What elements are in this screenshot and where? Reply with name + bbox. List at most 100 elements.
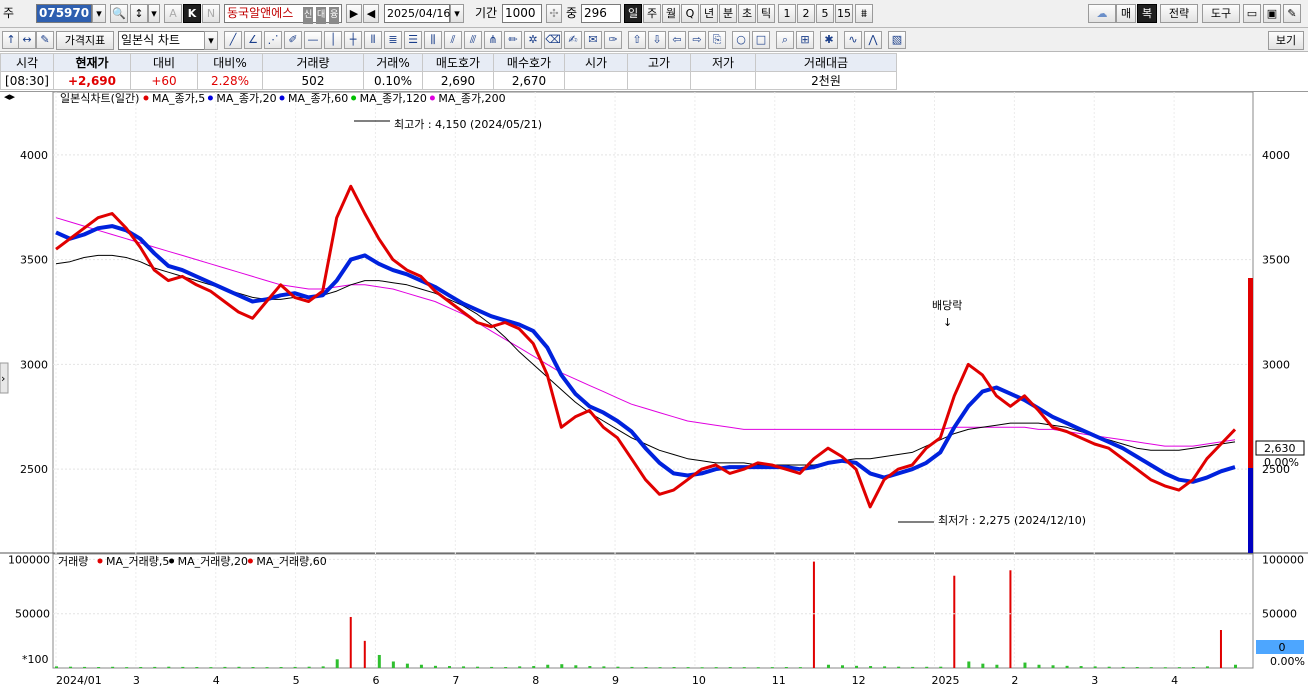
x-tick-label: 10 [692, 674, 706, 687]
magic-icon[interactable]: ✲ [524, 31, 542, 49]
wave-icon[interactable]: ∿ [844, 31, 862, 49]
select-icon[interactable]: ⊞ [796, 31, 814, 49]
strategy-button[interactable]: 전략 [1160, 4, 1198, 23]
value-bid: 2,670 [493, 71, 565, 90]
fan-icon[interactable]: ⋰ [264, 31, 282, 49]
parallel-icon[interactable]: ⫻ [464, 31, 482, 49]
pattern-icon[interactable]: ⋀ [864, 31, 882, 49]
folder-icon[interactable]: ▭ [1243, 4, 1261, 23]
interval-5-button[interactable]: 5 [816, 4, 834, 23]
period-month-button[interactable]: 월 [662, 4, 680, 23]
period-quarter-button[interactable]: Q [681, 4, 699, 23]
andrews-icon[interactable]: ⋔ [484, 31, 502, 49]
vertical-line-icon[interactable]: │ [324, 31, 342, 49]
chart-type-select[interactable]: 일본식 차트 [118, 31, 206, 50]
eraser-icon[interactable]: ⌫ [544, 31, 562, 49]
tools-button[interactable]: 도구 [1202, 4, 1240, 23]
price-chart[interactable]: 2500 25003000 30003500 35004000 4000 2024/01… [0, 92, 1308, 689]
sort-dropdown-button[interactable]: ▾ [148, 4, 160, 23]
interval-1-button[interactable]: 1 [778, 4, 796, 23]
code-dropdown-button[interactable]: ▾ [92, 4, 106, 23]
circle-icon[interactable]: ○ [732, 31, 750, 49]
horizontal-line-icon[interactable]: — [304, 31, 322, 49]
header-volume-pct: 거래% [363, 53, 423, 72]
period-second-button[interactable]: 초 [738, 4, 756, 23]
period-input[interactable]: 1000 [502, 4, 542, 23]
volume-bar [419, 664, 423, 668]
view-button[interactable]: 보기 [1268, 31, 1304, 50]
zoom-icon[interactable]: ⌕ [776, 31, 794, 49]
chart-type-dropdown-button[interactable]: ▾ [204, 31, 218, 50]
search-icon[interactable]: 🔍 [110, 4, 128, 23]
single-view-button[interactable]: 매 [1116, 4, 1136, 23]
k-button[interactable]: K [183, 4, 201, 23]
wrench-icon[interactable]: ✎ [1283, 4, 1301, 23]
period-week-button[interactable]: 주 [643, 4, 661, 23]
volume-bar [377, 654, 381, 668]
volume-bar [97, 667, 101, 669]
rectangle-icon[interactable]: □ [752, 31, 770, 49]
value-low [690, 71, 756, 90]
volume-y-tick-label: 50000 [15, 608, 50, 621]
value-open [564, 71, 628, 90]
next-stock-button[interactable]: ▶ [346, 4, 362, 23]
date-input[interactable]: 2025/04/16 [384, 4, 450, 23]
arrow-up-icon[interactable]: ⇧ [628, 31, 646, 49]
scroll-arrows-icon[interactable]: ◂▸ [4, 92, 16, 103]
period-year-button[interactable]: 년 [700, 4, 718, 23]
interval-custom-icon[interactable]: ⩩ [855, 4, 873, 23]
a-button[interactable]: A [164, 4, 182, 23]
volume-legend-label: MA_거래량,60 [256, 555, 326, 568]
cloud-icon[interactable]: ☁ [1088, 4, 1116, 23]
memo-icon[interactable]: ✑ [604, 31, 622, 49]
interval-2-button[interactable]: 2 [797, 4, 815, 23]
brush-icon[interactable]: ✏ [504, 31, 522, 49]
cross-line-icon[interactable]: ┼ [344, 31, 362, 49]
prev-stock-button[interactable]: ◀ [363, 4, 379, 23]
settings-icon[interactable]: ✱ [820, 31, 838, 49]
volume-bar [1009, 570, 1012, 668]
price-plot-area[interactable] [52, 92, 1254, 554]
arrow-left-icon[interactable]: ⇦ [668, 31, 686, 49]
edit-icon[interactable]: ✎ [36, 31, 54, 49]
multi-view-button[interactable]: 복 [1137, 4, 1157, 23]
pencil-icon[interactable]: ✐ [284, 31, 302, 49]
price-indicator-button[interactable]: 가격지표 [56, 31, 114, 50]
expand-icon[interactable]: ↔ [18, 31, 36, 49]
volume-bar [869, 666, 873, 668]
date-dropdown-button[interactable]: ▾ [450, 4, 464, 23]
sort-icon[interactable]: ↕ [130, 4, 148, 23]
volume-bar [223, 666, 227, 668]
count-input[interactable]: 296 [581, 4, 621, 23]
cycle-icon[interactable]: ⫼ [424, 31, 442, 49]
interval-15-button[interactable]: 15 [835, 4, 853, 23]
gann-icon[interactable]: ⦀ [364, 31, 382, 49]
note-icon[interactable]: ✉ [584, 31, 602, 49]
fibonacci-icon[interactable]: ≣ [384, 31, 402, 49]
channel-icon[interactable]: ⫽ [444, 31, 462, 49]
stock-name: 동국알앤에스 [227, 6, 294, 20]
n-button[interactable]: N [202, 4, 220, 23]
retracement-icon[interactable]: ☰ [404, 31, 422, 49]
paint-icon[interactable]: ✍ [564, 31, 582, 49]
period-minute-button[interactable]: 분 [719, 4, 737, 23]
volume-bar [237, 666, 241, 668]
image-icon[interactable]: ▧ [888, 31, 906, 49]
stock-code-input[interactable]: 075970 [36, 4, 92, 23]
volume-y-tick-label-right: 50000 [1262, 608, 1297, 621]
spin-icon[interactable]: ✣ [546, 4, 562, 23]
period-tick-button[interactable]: 틱 [757, 4, 775, 23]
text-icon[interactable]: ⎘ [708, 31, 726, 49]
angle-icon[interactable]: ∠ [244, 31, 262, 49]
volume-bar [812, 561, 815, 668]
trendline-icon[interactable]: ╱ [224, 31, 242, 49]
period-day-button[interactable]: 일 [624, 4, 642, 23]
save-icon[interactable]: ▣ [1263, 4, 1281, 23]
volume-plot-area[interactable] [52, 553, 1254, 669]
side-panel-arrow-icon[interactable]: › [1, 372, 5, 385]
arrow-right-icon[interactable]: ⇨ [688, 31, 706, 49]
volume-bar [826, 664, 830, 668]
value-ask: 2,690 [422, 71, 494, 90]
arrow-down-icon[interactable]: ⇩ [648, 31, 666, 49]
volume-bar [349, 616, 352, 668]
